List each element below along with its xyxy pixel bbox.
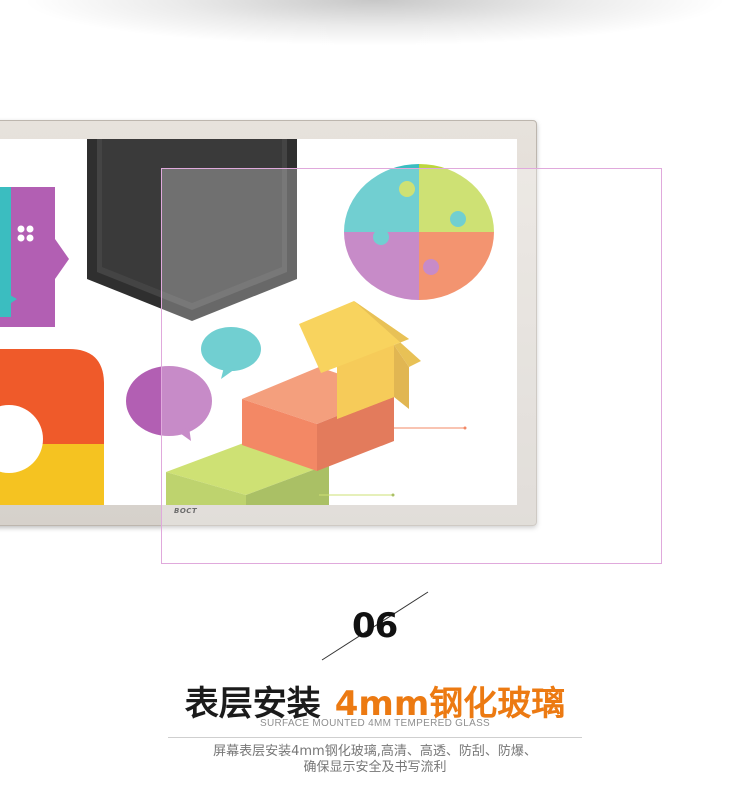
divider <box>168 737 582 738</box>
top-shadow <box>20 0 730 46</box>
subtitle: SURFACE MOUNTED 4MM TEMPERED GLASS <box>259 718 491 729</box>
section-number: 06 <box>352 606 398 646</box>
glass-panel-overlay <box>161 168 662 564</box>
description-line-1: 屏幕表层安装4mm钢化玻璃,高清、高透、防刮、防爆、 <box>213 744 537 759</box>
description-line-2: 确保显示安全及书写流利 <box>303 760 447 775</box>
